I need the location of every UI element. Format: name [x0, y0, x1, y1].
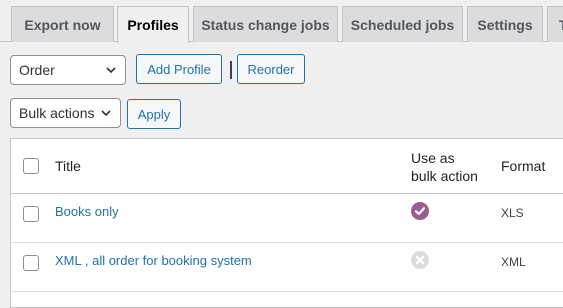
- format-value: XLS: [501, 206, 524, 220]
- bulk-actions-select[interactable]: Bulk actions: [10, 98, 121, 128]
- table-row: XML , all order for booking system XML: [11, 243, 563, 292]
- toolbar-separator: [230, 61, 232, 79]
- add-profile-button[interactable]: Add Profile: [136, 54, 222, 84]
- column-use-as-bulk-action[interactable]: Use as bulk action: [411, 149, 478, 185]
- tab-export-now[interactable]: Export now: [11, 6, 114, 42]
- tab-status-change-jobs[interactable]: Status change jobs: [193, 6, 338, 42]
- tab-profiles[interactable]: Profiles: [117, 6, 189, 43]
- row-checkbox[interactable]: [23, 206, 39, 222]
- row-checkbox[interactable]: [23, 255, 39, 271]
- profile-title-link[interactable]: XML , all order for booking system: [55, 253, 252, 268]
- column-bulk-line1: Use as: [411, 150, 455, 166]
- check-circle-icon[interactable]: [411, 202, 429, 220]
- profile-title-link[interactable]: Books only: [55, 204, 119, 219]
- bulk-actions-value: Bulk actions: [19, 105, 95, 121]
- column-title[interactable]: Title: [55, 158, 81, 174]
- table-row: Books only XLS: [11, 194, 563, 243]
- column-bulk-line2: bulk action: [411, 168, 478, 184]
- reorder-button[interactable]: Reorder: [237, 54, 305, 84]
- tab-scheduled-jobs[interactable]: Scheduled jobs: [342, 6, 463, 42]
- select-all-checkbox[interactable]: [23, 158, 39, 174]
- tab-settings[interactable]: Settings: [467, 6, 543, 42]
- chevron-down-icon: [101, 110, 111, 117]
- profile-type-select[interactable]: Order: [10, 55, 126, 85]
- tab-more[interactable]: T: [547, 6, 563, 42]
- column-format[interactable]: Format: [501, 158, 545, 174]
- x-circle-icon[interactable]: [411, 251, 429, 269]
- profile-type-value: Order: [19, 62, 55, 78]
- apply-button[interactable]: Apply: [127, 99, 181, 129]
- table-header: Title Use as bulk action Format: [11, 139, 563, 194]
- nav-tabs: Export now Profiles Status change jobs S…: [0, 0, 563, 43]
- format-value: XML: [501, 255, 526, 269]
- chevron-down-icon: [106, 67, 116, 74]
- profiles-table: Title Use as bulk action Format Books on…: [10, 138, 563, 308]
